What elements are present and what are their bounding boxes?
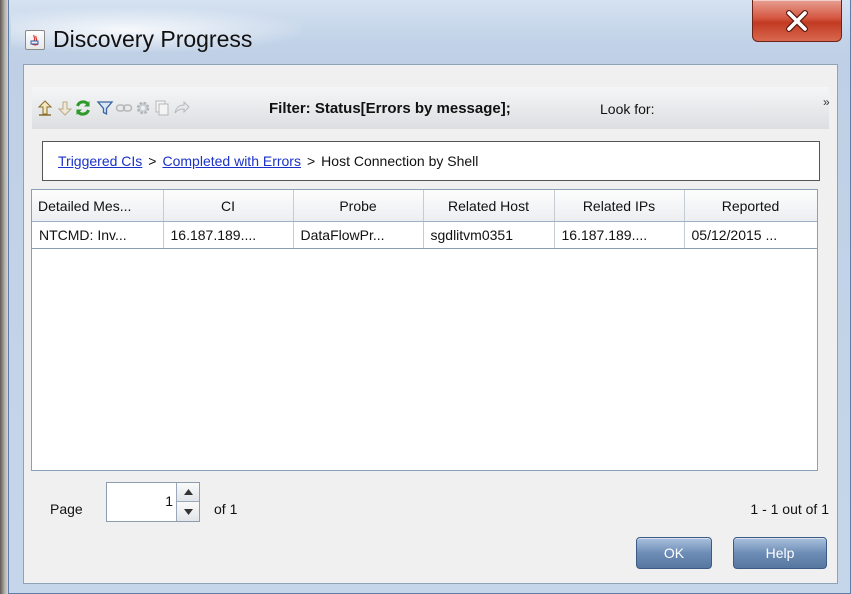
cell-probe[interactable]: DataFlowPr... <box>293 221 424 249</box>
dialog-content: Filter: Status[Errors by message]; Look … <box>23 64 838 584</box>
column-header-related-ips[interactable]: Related IPs <box>554 190 685 222</box>
java-app-icon[interactable] <box>25 30 45 50</box>
column-header-related-host[interactable]: Related Host <box>423 190 555 222</box>
settings-icon[interactable] <box>134 99 152 117</box>
cell-related-host[interactable]: sgdlitvm0351 <box>423 221 555 249</box>
page-total-label: of 1 <box>214 501 238 517</box>
help-button[interactable]: Help <box>733 537 827 569</box>
title-bar[interactable]: Discovery Progress <box>9 0 850 62</box>
page-spinner <box>176 483 199 521</box>
refresh-icon[interactable] <box>74 99 92 117</box>
filter-icon[interactable] <box>96 99 114 117</box>
close-button[interactable] <box>752 0 842 42</box>
column-header-ci[interactable]: CI <box>163 190 294 222</box>
toolbar-overflow-button[interactable]: » <box>823 95 830 109</box>
cell-related-ips[interactable]: 16.187.189.... <box>554 221 685 249</box>
discovery-progress-dialog: Discovery Progress Filter: Status[Errors… <box>8 0 851 594</box>
results-table: Detailed Mes... CI Probe Related Host Re… <box>31 189 818 471</box>
breadcrumb-triggered-cis[interactable]: Triggered CIs <box>58 153 142 169</box>
move-down-icon[interactable] <box>56 99 74 117</box>
chevron-down-icon <box>183 508 193 515</box>
toolbar: Filter: Status[Errors by message]; Look … <box>32 87 830 129</box>
page-decrement-button[interactable] <box>177 502 199 521</box>
move-up-icon[interactable] <box>36 99 54 117</box>
cell-detailed-message[interactable]: NTCMD: Inv... <box>32 221 164 249</box>
page-label: Page <box>50 501 83 517</box>
ok-button[interactable]: OK <box>636 537 712 569</box>
table-header-row: Detailed Mes... CI Probe Related Host Re… <box>32 190 817 222</box>
link-icon[interactable] <box>115 99 133 117</box>
breadcrumb-separator: > <box>306 153 316 169</box>
copy-icon[interactable] <box>153 99 171 117</box>
window-title: Discovery Progress <box>53 26 253 52</box>
result-range-label: 1 - 1 out of 1 <box>750 501 829 517</box>
page-number-input[interactable]: 1 <box>165 493 173 509</box>
breadcrumb-separator: > <box>148 153 157 169</box>
column-header-detailed-message[interactable]: Detailed Mes... <box>32 190 164 222</box>
column-header-reported[interactable]: Reported <box>684 190 817 222</box>
cell-ci[interactable]: 16.187.189.... <box>163 221 294 249</box>
breadcrumb: Triggered CIs > Completed with Errors > Host… <box>42 141 820 181</box>
breadcrumb-current: Host Connection by Shell <box>321 153 479 169</box>
page-number-stepper[interactable]: 1 <box>106 482 200 522</box>
forward-icon[interactable] <box>172 99 190 117</box>
close-icon <box>786 9 808 32</box>
chevron-up-icon <box>183 489 193 495</box>
breadcrumb-completed-with-errors[interactable]: Completed with Errors <box>162 153 301 169</box>
page-increment-button[interactable] <box>177 483 199 502</box>
column-header-probe[interactable]: Probe <box>293 190 424 222</box>
background-window-edge <box>0 0 8 594</box>
cell-reported[interactable]: 05/12/2015 ... <box>684 221 817 249</box>
look-for-label: Look for: <box>600 101 655 117</box>
table-row[interactable]: NTCMD: Inv... 16.187.189.... DataFlowPr.… <box>32 221 817 249</box>
filter-status-label: Filter: Status[Errors by message]; <box>269 100 511 117</box>
